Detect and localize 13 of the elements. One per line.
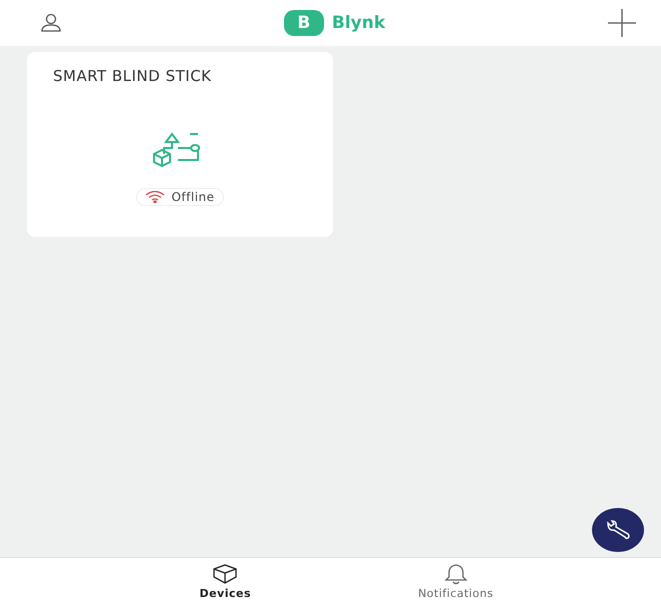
- wrench-icon: [605, 520, 631, 540]
- add-icon[interactable]: [607, 8, 637, 38]
- device-name: SMART BLIND STICK: [52, 66, 213, 86]
- bell-icon: [442, 562, 469, 584]
- profile-icon[interactable]: [40, 13, 62, 33]
- logo-badge: B: [284, 10, 324, 36]
- nav-tab[interactable]: Devices: [110, 558, 340, 604]
- settings-button[interactable]: [592, 508, 644, 552]
- box-icon: [212, 562, 238, 584]
- status-badge: Offline: [136, 188, 224, 206]
- nav-tab[interactable]: Notifications: [340, 558, 571, 604]
- brand-name: Blynk: [332, 13, 386, 33]
- device-card[interactable]: SMART BLIND STICK Offline: [27, 52, 333, 237]
